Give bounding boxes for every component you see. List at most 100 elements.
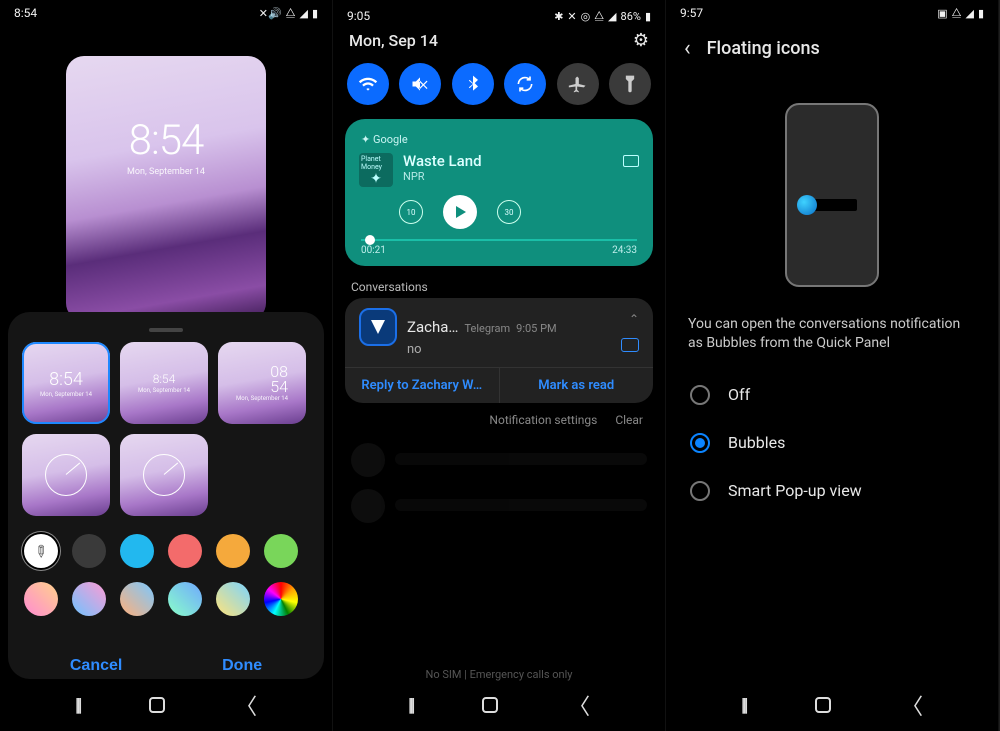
options-list: Off BubblesSmart Pop-up view	[666, 371, 998, 515]
mute-icon: ✕🔊	[259, 7, 282, 20]
color-swatch[interactable]	[72, 534, 106, 568]
nav-home[interactable]	[149, 697, 165, 713]
notif-actions: Reply to Zachary W… Mark as read	[345, 367, 653, 403]
clock-style-option[interactable]: 8:54Mon, September 14	[120, 342, 208, 424]
expand-icon[interactable]: ⌃	[629, 312, 639, 326]
color-swatch[interactable]	[216, 582, 250, 616]
status-time: 9:57	[680, 6, 703, 20]
nav-bar: ||| 〈	[333, 689, 665, 721]
status-time: 9:05	[347, 9, 370, 23]
quick-settings-row	[333, 59, 665, 119]
mark-read-button[interactable]: Mark as read	[500, 368, 654, 403]
nav-back[interactable]: 〈	[568, 689, 590, 721]
media-title: Waste Land	[403, 152, 637, 170]
forward-button[interactable]: 30	[497, 200, 521, 224]
color-swatch[interactable]	[24, 534, 58, 568]
background-blur-row	[333, 437, 665, 483]
qs-bluetooth[interactable]	[452, 63, 494, 105]
media-app: Google	[373, 133, 408, 146]
sheet-handle[interactable]	[149, 328, 183, 332]
message-preview: no	[407, 342, 639, 357]
option-label: Off	[728, 385, 750, 404]
clock-style-option[interactable]	[22, 434, 110, 516]
qs-mute-vibrate[interactable]	[399, 63, 441, 105]
option-row[interactable]: Off	[666, 371, 998, 419]
phone-notification-shade: 9:05 ✱ ✕ ◎ ⧋ ◢ 86% ▮ Mon, Sep 14 ⚙ ✦ Goo…	[333, 0, 666, 731]
nav-back[interactable]: 〈	[901, 689, 923, 721]
radio-icon	[690, 481, 710, 501]
conversation-notification[interactable]: Zacha… Telegram 9:05 PM no ⌃ Reply to Za…	[345, 298, 653, 403]
page-title: Floating icons	[707, 38, 820, 59]
nav-recents[interactable]: |||	[408, 695, 413, 716]
clock-date: Mon, September 14	[66, 167, 266, 177]
qs-airplane[interactable]	[557, 63, 599, 105]
media-artwork: Planet Money	[359, 153, 393, 187]
color-swatch[interactable]	[216, 534, 250, 568]
clock-style-sheet: 8:54Mon, September 14 8:54Mon, September…	[8, 312, 324, 679]
color-swatch[interactable]	[120, 534, 154, 568]
clock-style-option[interactable]: 8:54Mon, September 14	[22, 342, 110, 424]
color-swatch-row	[22, 534, 310, 616]
color-swatch[interactable]	[168, 534, 202, 568]
media-notification[interactable]: ✦ Google Planet Money Waste Land NPR 10 …	[345, 119, 653, 266]
phone-lockscreen-editor: 8:54 ✕🔊 ⧋ ◢ ▮ 8:54 Mon, September 14 8:5…	[0, 0, 333, 731]
color-swatch[interactable]	[120, 582, 154, 616]
battery-icon: ▮	[312, 7, 318, 20]
media-progress[interactable]	[361, 239, 637, 241]
cast-icon[interactable]	[623, 155, 639, 167]
color-swatch[interactable]	[168, 582, 202, 616]
notif-time: 9:05 PM	[516, 322, 556, 335]
status-icons: ✕🔊 ⧋ ◢ ▮	[259, 6, 318, 20]
status-bar: 9:05 ✱ ✕ ◎ ⧋ ◢ 86% ▮	[333, 0, 665, 26]
nav-bar: ||| 〈	[666, 689, 998, 721]
clock-style-option[interactable]	[120, 434, 208, 516]
cancel-button[interactable]: Cancel	[70, 657, 122, 675]
qs-flashlight[interactable]	[609, 63, 651, 105]
nav-back[interactable]: 〈	[235, 689, 257, 721]
signal-icon: ◢	[608, 10, 616, 23]
lockscreen-preview: 8:54 Mon, September 14	[66, 56, 266, 321]
back-icon[interactable]: ‹	[684, 36, 691, 61]
shade-header: Mon, Sep 14 ⚙	[333, 26, 665, 59]
color-swatch[interactable]	[264, 582, 298, 616]
option-row[interactable]: Smart Pop-up view	[666, 467, 998, 515]
media-times: 00:21 24:33	[361, 245, 637, 256]
preview-bubble-icon	[797, 195, 817, 215]
reply-button[interactable]: Reply to Zachary W…	[345, 368, 500, 403]
color-swatch[interactable]	[24, 582, 58, 616]
clock-style-option[interactable]: 08 54Mon, September 14	[218, 342, 306, 424]
nav-bar: ||| 〈	[0, 689, 332, 721]
nav-home[interactable]	[482, 697, 498, 713]
background-blur-row	[333, 483, 665, 529]
nav-home[interactable]	[815, 697, 831, 713]
option-row[interactable]: Bubbles	[666, 419, 998, 467]
rewind-button[interactable]: 10	[399, 200, 423, 224]
nav-recents[interactable]: |||	[75, 695, 80, 716]
clock-style-grid: 8:54Mon, September 14 8:54Mon, September…	[22, 342, 310, 516]
phone-floating-icons-settings: 9:57 ▣ ⧋ ◢ ▮ ‹ Floating icons You can op…	[666, 0, 999, 731]
status-icons: ▣ ⧋ ◢ ▮	[937, 6, 984, 20]
battery-icon: ▮	[978, 7, 984, 20]
sheet-actions: Cancel Done	[0, 657, 332, 675]
nav-recents[interactable]: |||	[741, 695, 746, 716]
play-button[interactable]	[443, 195, 477, 229]
status-time: 8:54	[14, 6, 37, 20]
qs-auto-rotate[interactable]	[504, 63, 546, 105]
nfc-icon: ▣	[937, 7, 947, 20]
media-controls: 10 30	[399, 195, 637, 229]
app-avatar-icon	[359, 308, 397, 346]
conversations-header: Conversations	[333, 266, 665, 298]
wifi-icon: ⧋	[286, 6, 296, 20]
bubble-icon[interactable]	[621, 338, 639, 352]
battery-text: 86%	[621, 10, 641, 23]
settings-icon[interactable]: ⚙	[633, 30, 649, 51]
qs-wifi[interactable]	[347, 63, 389, 105]
color-swatch[interactable]	[264, 534, 298, 568]
done-button[interactable]: Done	[222, 657, 262, 675]
color-swatch[interactable]	[72, 582, 106, 616]
source-app: Telegram	[464, 322, 510, 335]
clear-button[interactable]: Clear	[615, 413, 643, 427]
notification-settings-link[interactable]: Notification settings	[489, 413, 597, 427]
clock-preview: 8:54 Mon, September 14	[66, 116, 266, 177]
progress-thumb[interactable]	[365, 235, 375, 245]
